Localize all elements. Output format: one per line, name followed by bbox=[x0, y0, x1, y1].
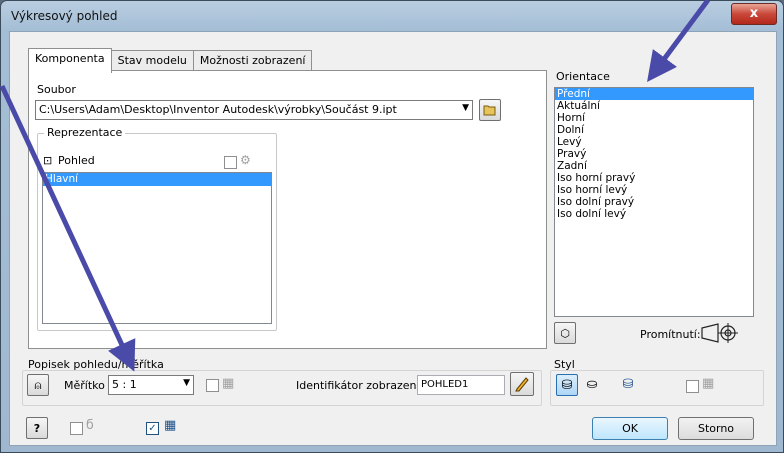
orientation-item[interactable]: Iso horní pravý bbox=[555, 172, 753, 184]
orientation-item[interactable]: Pravý bbox=[555, 148, 753, 160]
orientation-item[interactable]: Iso horní levý bbox=[555, 184, 753, 196]
custom-view-button[interactable]: ⬡ bbox=[554, 322, 576, 344]
ok-button[interactable]: OK bbox=[592, 417, 668, 440]
style-visibility-icon: ▦ bbox=[702, 376, 715, 391]
orientation-item[interactable]: Aktuální bbox=[555, 100, 753, 112]
cylinder-hidden-icon: ⛁ bbox=[561, 378, 573, 393]
scale-value: 5 : 1 bbox=[112, 378, 137, 391]
help-button[interactable]: ? bbox=[26, 417, 48, 439]
component-tab-panel: Soubor C:\Users\Adam\Desktop\Inventor Au… bbox=[28, 70, 547, 349]
representation-list[interactable]: Hlavní bbox=[42, 172, 272, 324]
caption-icon: ⍝ bbox=[34, 378, 42, 392]
projection-toggle[interactable] bbox=[700, 320, 740, 346]
view-icon: ⊡ bbox=[43, 154, 53, 167]
glasses-icon: ϭ bbox=[86, 418, 94, 433]
identifier-value: POHLED1 bbox=[421, 379, 469, 390]
lock-icon: ⚙ bbox=[240, 153, 251, 167]
close-button[interactable]: x bbox=[731, 3, 777, 25]
option-checkbox-1[interactable] bbox=[70, 422, 83, 435]
orientation-panel: Orientace Přední Aktuální Horní Dolní Le… bbox=[554, 70, 754, 347]
orientation-item[interactable]: Dolní bbox=[555, 124, 753, 136]
projection-icon bbox=[701, 323, 738, 343]
cylinder-shaded-icon: ⛁ bbox=[622, 377, 634, 392]
chevron-down-icon: ▼ bbox=[462, 103, 469, 113]
view-checkbox[interactable] bbox=[224, 156, 237, 169]
option-checkbox-2[interactable]: ✓ bbox=[146, 422, 159, 435]
orientation-item[interactable]: Iso dolní pravý bbox=[555, 196, 753, 208]
edit-label-button[interactable] bbox=[510, 372, 534, 396]
representation-item[interactable]: Hlavní bbox=[43, 173, 271, 186]
file-path-combo[interactable]: C:\Users\Adam\Desktop\Inventor Autodesk\… bbox=[35, 100, 473, 120]
identifier-label: Identifikátor zobrazení bbox=[296, 379, 420, 392]
orientation-item[interactable]: Iso dolní levý bbox=[555, 208, 753, 220]
style-hidden-lines-button[interactable]: ⛁ bbox=[556, 374, 578, 396]
chevron-down-icon: ▼ bbox=[183, 378, 190, 388]
tab-komponenta[interactable]: Komponenta bbox=[28, 48, 112, 73]
folder-open-icon bbox=[483, 105, 496, 116]
window-title: Výkresový pohled bbox=[11, 9, 118, 23]
view-label: Pohled bbox=[58, 154, 95, 167]
title-bar[interactable]: Výkresový pohled x bbox=[1, 1, 783, 31]
style-checkbox[interactable] bbox=[686, 380, 699, 393]
style-visible-lines-button[interactable]: ⛀ bbox=[582, 374, 602, 394]
scale-label: Měřítko bbox=[64, 379, 105, 392]
representation-title: Reprezentace bbox=[44, 126, 126, 139]
scale-combo[interactable]: 5 : 1 ▼ bbox=[108, 375, 194, 395]
pencil-icon bbox=[515, 377, 529, 392]
scale-visibility-checkbox[interactable] bbox=[206, 379, 219, 392]
orientation-item[interactable]: Přední bbox=[555, 88, 753, 100]
open-file-button[interactable] bbox=[479, 99, 501, 121]
orientation-title: Orientace bbox=[556, 70, 610, 83]
dialog-body: Komponenta Stav modelu Možnosti zobrazen… bbox=[9, 31, 777, 446]
file-label: Soubor bbox=[37, 83, 76, 96]
file-path-value: C:\Users\Adam\Desktop\Inventor Autodesk\… bbox=[39, 103, 397, 116]
style-shaded-button[interactable]: ⛁ bbox=[618, 374, 638, 394]
tab-moznosti-zobrazeni[interactable]: Možnosti zobrazení bbox=[192, 50, 313, 72]
orientation-item[interactable]: Horní bbox=[555, 112, 753, 124]
orientation-item[interactable]: Levý bbox=[555, 136, 753, 148]
identifier-input[interactable]: POHLED1 bbox=[417, 375, 505, 395]
orientation-item[interactable]: Zadní bbox=[555, 160, 753, 172]
dialog-window: Výkresový pohled x Komponenta Stav model… bbox=[0, 0, 784, 453]
cancel-button[interactable]: Storno bbox=[678, 417, 754, 440]
edit-caption-button[interactable]: ⍝ bbox=[27, 374, 49, 396]
cylinder-outline-icon: ⛀ bbox=[586, 377, 598, 392]
help-icon: ? bbox=[33, 422, 41, 435]
layout-icon: ▦ bbox=[164, 418, 177, 433]
orientation-list[interactable]: Přední Aktuální Horní Dolní Levý Pravý Z… bbox=[554, 87, 754, 317]
cube-icon: ⬡ bbox=[560, 327, 570, 340]
visibility-icon: ▦ bbox=[222, 376, 235, 391]
tab-strip: Komponenta Stav modelu Možnosti zobrazen… bbox=[28, 48, 313, 73]
projection-label: Promítnutí: bbox=[640, 328, 701, 341]
tab-stav-modelu[interactable]: Stav modelu bbox=[110, 50, 194, 72]
representation-group: Reprezentace ⊡ Pohled ⚙ Hlavní bbox=[37, 126, 277, 331]
